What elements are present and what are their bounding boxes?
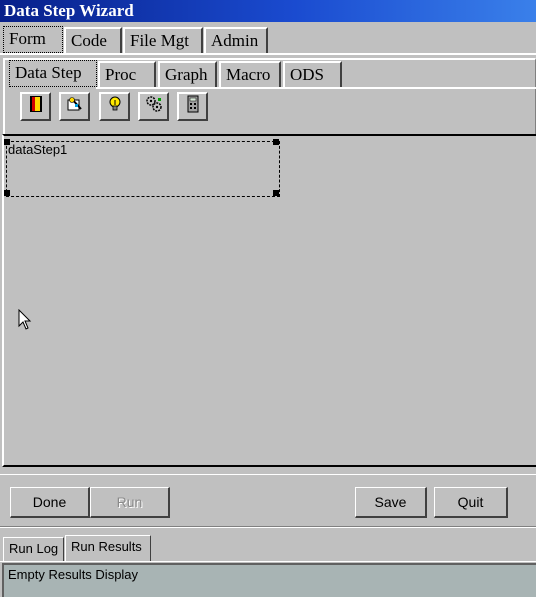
window-title: Data Step Wizard <box>4 1 134 20</box>
wand-icon <box>66 95 84 118</box>
gears-icon <box>145 95 163 118</box>
separator <box>0 561 536 562</box>
tab-ods-label: ODS <box>290 65 325 84</box>
data-step-component-label: dataStep1 <box>8 142 68 157</box>
tab-form-label: Form <box>9 29 46 48</box>
tab-file-mgt[interactable]: File Mgt <box>123 27 203 53</box>
tab-proc[interactable]: Proc <box>98 61 156 87</box>
tab-data-step[interactable]: Data Step <box>9 60 97 87</box>
calculator-button[interactable] <box>177 92 208 121</box>
results-text: Empty Results Display <box>8 567 139 582</box>
data-step-component[interactable]: dataStep1 <box>6 141 280 197</box>
save-button-label: Save <box>374 494 407 510</box>
save-button[interactable]: Save <box>355 487 427 518</box>
tab-code-label: Code <box>71 31 107 50</box>
separator <box>0 527 536 528</box>
mouse-cursor-icon <box>18 308 32 336</box>
tab-run-results-label: Run Results <box>71 539 142 554</box>
data-step-button[interactable] <box>20 92 51 121</box>
separator <box>0 474 536 475</box>
tab-run-results[interactable]: Run Results <box>65 535 151 561</box>
done-button-label: Done <box>32 494 67 510</box>
tab-file-mgt-label: File Mgt <box>130 31 190 50</box>
sub-tab-divider <box>96 87 536 89</box>
main-tab-divider <box>0 53 536 55</box>
results-display[interactable]: Empty Results Display <box>2 563 536 597</box>
tab-graph-label: Graph <box>165 65 208 84</box>
tab-admin[interactable]: Admin <box>204 27 268 53</box>
lightbulb-icon <box>108 95 122 118</box>
tab-graph[interactable]: Graph <box>158 61 217 87</box>
done-button[interactable]: Done <box>10 487 90 518</box>
resize-handle-top-left[interactable] <box>4 139 10 145</box>
tab-macro[interactable]: Macro <box>219 61 281 87</box>
resize-handle-top-right[interactable] <box>273 139 279 145</box>
tab-form[interactable]: Form <box>3 26 63 53</box>
tab-admin-label: Admin <box>211 31 259 50</box>
tab-data-step-label: Data Step <box>15 63 82 82</box>
tab-run-log[interactable]: Run Log <box>3 537 64 561</box>
tab-ods[interactable]: ODS <box>283 61 342 87</box>
resize-handle-bottom-left[interactable] <box>4 190 10 196</box>
wizard-button[interactable] <box>59 92 90 121</box>
run-button[interactable]: Run <box>90 487 170 518</box>
quit-button-label: Quit <box>457 494 484 510</box>
tab-proc-label: Proc <box>105 65 137 84</box>
tip-button[interactable] <box>99 92 130 121</box>
door-icon <box>29 95 43 118</box>
tab-macro-label: Macro <box>226 65 271 84</box>
settings-button[interactable] <box>138 92 169 121</box>
resize-handle-bottom-right[interactable] <box>273 190 279 196</box>
tab-run-log-label: Run Log <box>9 541 59 556</box>
quit-button[interactable]: Quit <box>434 487 508 518</box>
tab-code[interactable]: Code <box>64 27 122 53</box>
run-button-label: Run <box>116 494 143 510</box>
title-bar[interactable]: Data Step Wizard <box>0 0 536 22</box>
calculator-icon <box>187 95 199 118</box>
